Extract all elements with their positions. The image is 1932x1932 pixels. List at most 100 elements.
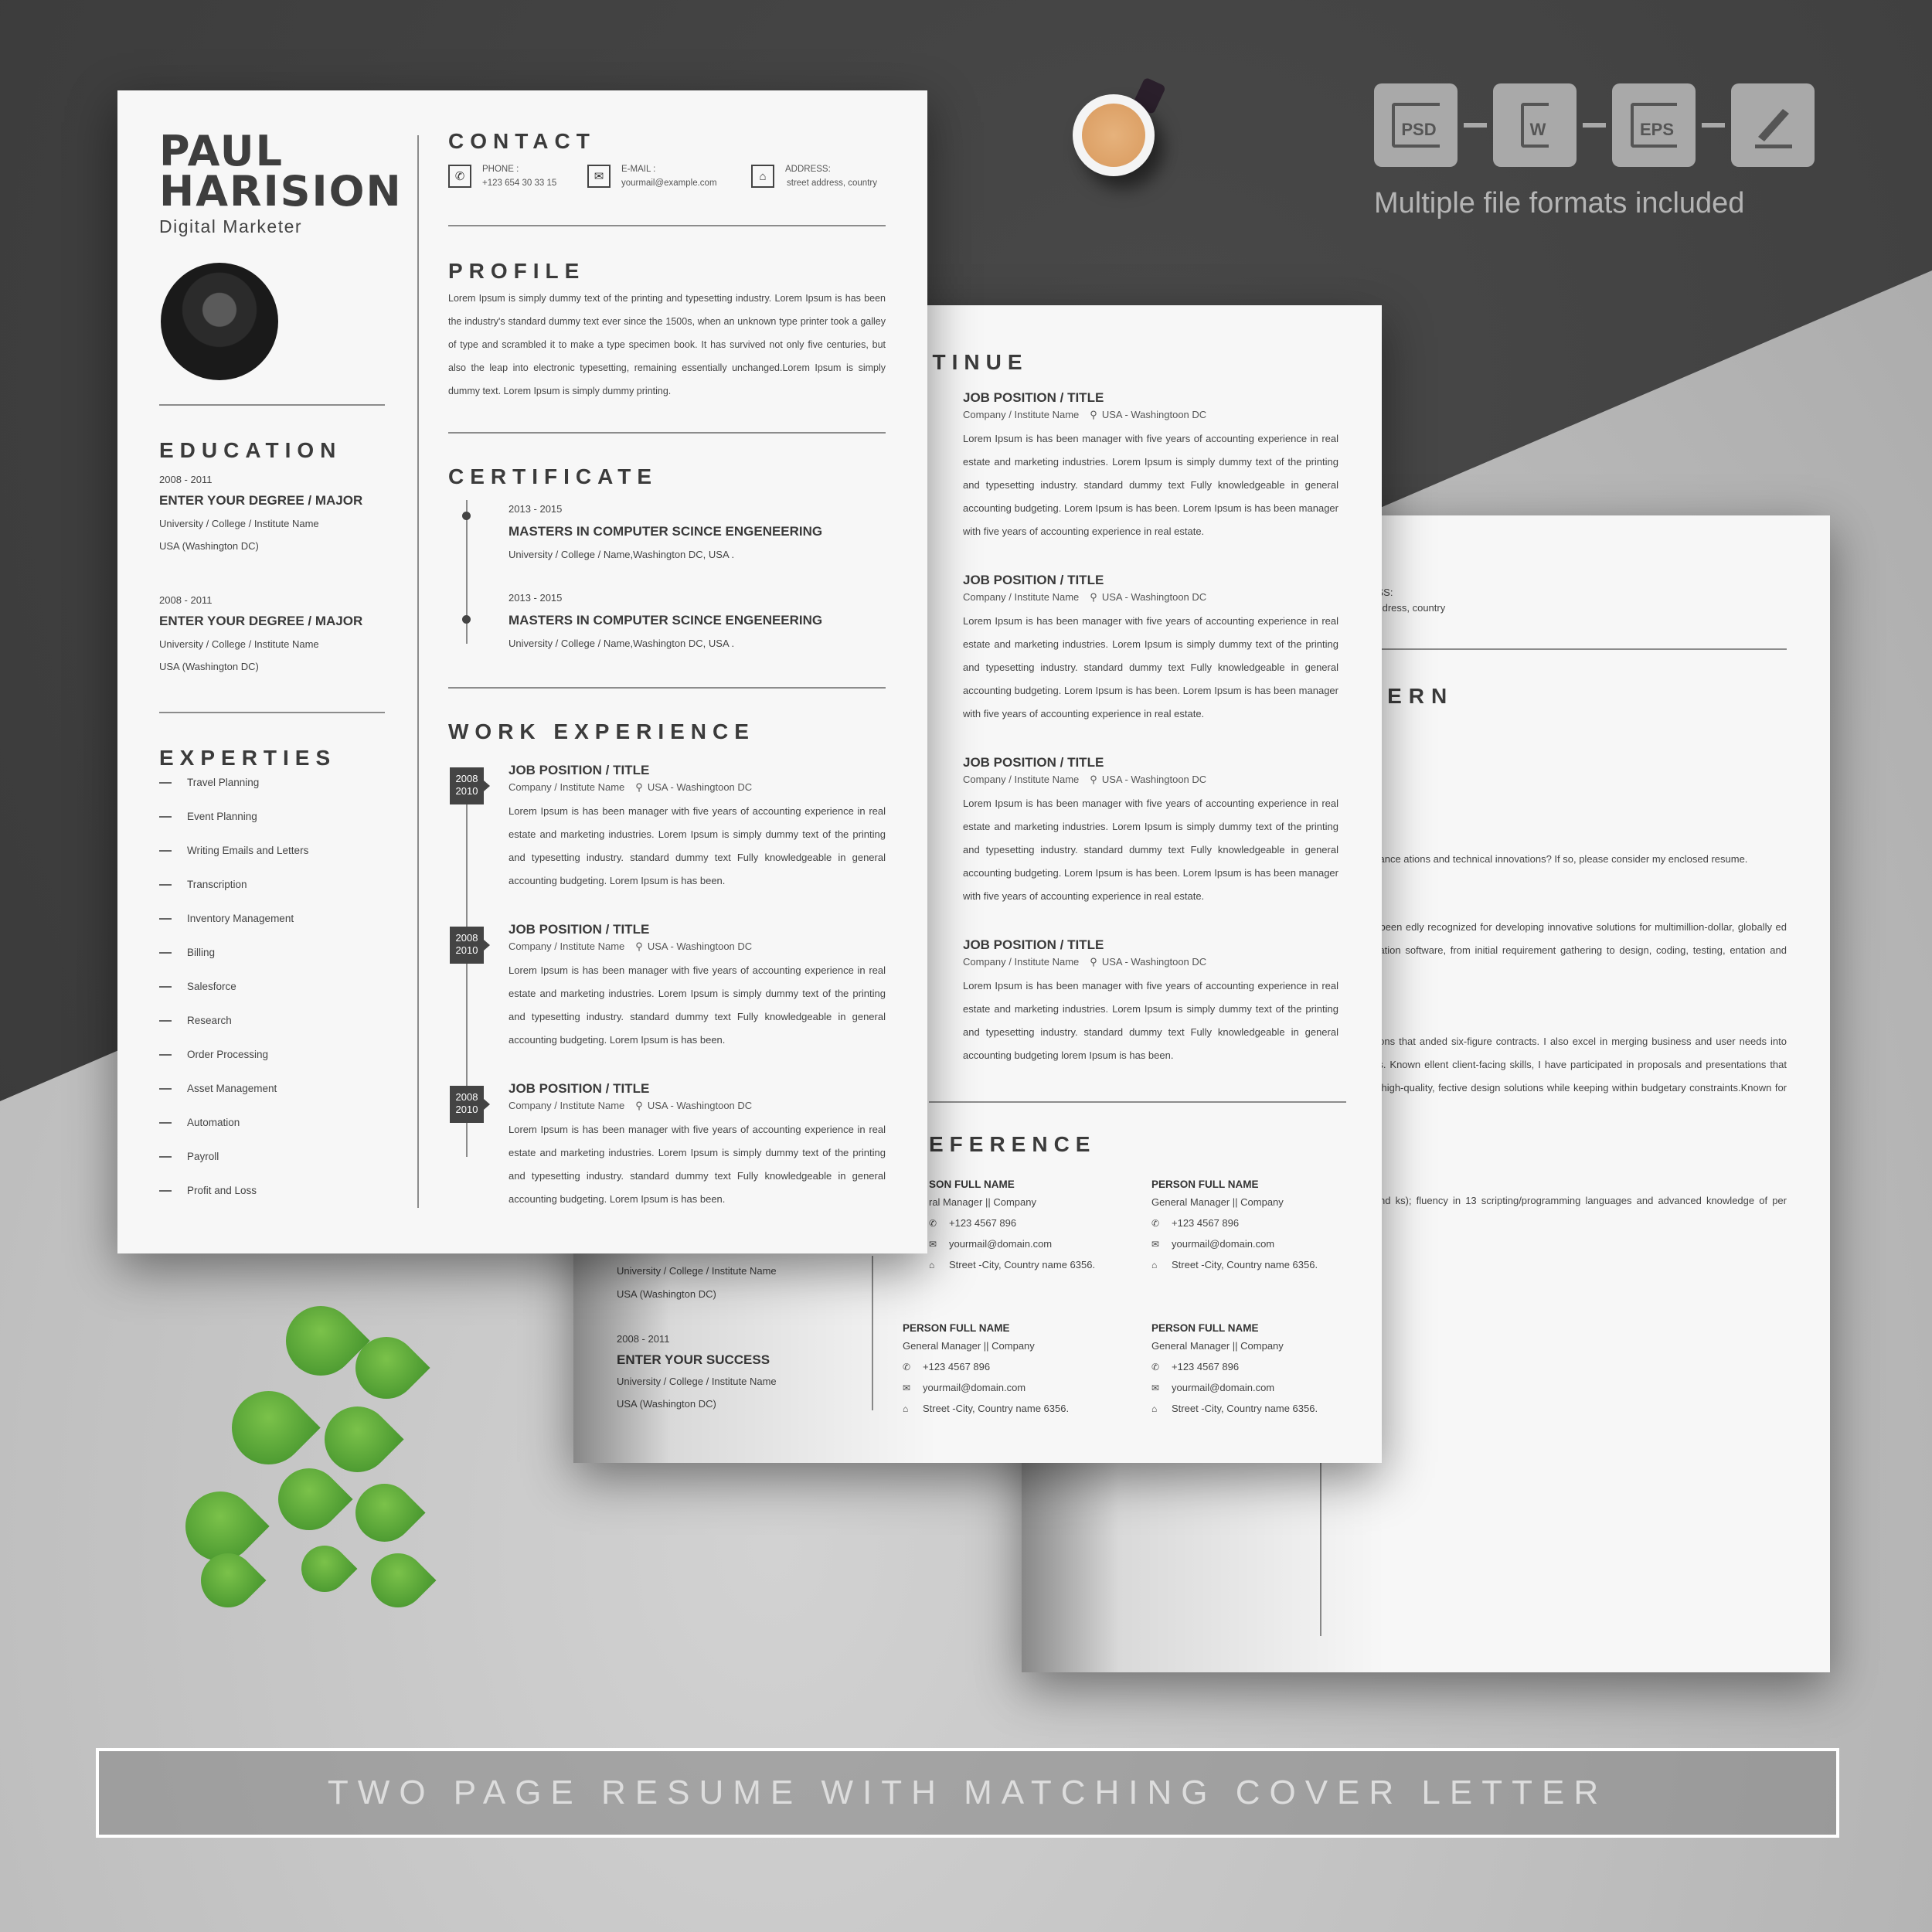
job-meta: Company / Institute Name ⚲ USA - Washingto… bbox=[963, 409, 1338, 421]
certificate-entry: 2013 - 2015 MASTERS IN COMPUTER SCINCE E… bbox=[509, 503, 822, 560]
education-entry: 2008 - 2011 ENTER YOUR DEGREE / MAJOR Un… bbox=[159, 474, 362, 552]
job-meta: Company / Institute Name ⚲ USA - Washingto… bbox=[963, 774, 1338, 786]
reference-name: SON FULL NAME bbox=[929, 1179, 1015, 1190]
phone-value: +123 654 30 33 15 bbox=[482, 179, 557, 188]
reference-heading: EFERENCE bbox=[929, 1132, 1097, 1156]
job-title: JOB POSITION / TITLE bbox=[963, 937, 1104, 952]
contact-heading: CONTACT bbox=[448, 129, 596, 153]
profile-text: Lorem Ipsum is simply dummy text of the … bbox=[448, 293, 886, 396]
phone-icon: ✆ bbox=[448, 165, 471, 188]
location: USA (Washington DC) bbox=[159, 540, 259, 552]
certificate-heading: CERTIFICATE bbox=[448, 464, 658, 488]
banner-text: TWO PAGE RESUME WITH MATCHING COVER LETT… bbox=[327, 1774, 1608, 1811]
expertise-item: Transcription bbox=[159, 879, 247, 890]
job-description: Lorem Ipsum is has been manager with fiv… bbox=[963, 615, 1338, 719]
expertise-list: Travel Planning Event Planning Writing Ema… bbox=[159, 777, 391, 1209]
certificate-entry: 2013 - 2015 MASTERS IN COMPUTER SCINCE E… bbox=[509, 592, 822, 649]
job-meta: Company / Institute Name ⚲ USA - Washingto… bbox=[963, 591, 1338, 604]
company: Company / Institute Name bbox=[963, 409, 1080, 420]
job-title: JOB POSITION / TITLE bbox=[509, 763, 650, 777]
job-meta: Company / Institute Name ⚲ USA - Washingto… bbox=[963, 956, 1338, 968]
expertise-item: Payroll bbox=[159, 1151, 219, 1162]
expertise-label: Event Planning bbox=[187, 811, 257, 822]
reference-name: PERSON FULL NAME bbox=[1151, 1179, 1259, 1190]
expertise-label: Billing bbox=[187, 947, 216, 958]
dash-bullet bbox=[159, 1088, 172, 1090]
reference-email: yourmail@domain.com bbox=[949, 1238, 1053, 1250]
location-pin-icon: ⚲ bbox=[635, 940, 643, 952]
dash-bullet bbox=[159, 986, 172, 988]
dash-bullet bbox=[159, 1054, 172, 1056]
coffee-cup bbox=[1073, 94, 1155, 176]
location: USA - Washingtoon DC bbox=[647, 1100, 753, 1111]
expertise-item: Profit and Loss bbox=[159, 1185, 257, 1196]
expertise-label: Travel Planning bbox=[187, 777, 260, 788]
school: University / College / Institute Name bbox=[617, 1376, 777, 1387]
reference-email: yourmail@domain.com bbox=[1172, 1238, 1275, 1250]
location-pin-icon: ⚲ bbox=[1090, 591, 1097, 603]
school: University / College / Institute Name bbox=[617, 1265, 777, 1277]
format-label: PSD bbox=[1392, 103, 1440, 148]
education-entry: University / College / Institute Name US… bbox=[617, 1260, 777, 1306]
dash-bullet bbox=[159, 952, 172, 954]
reference-card: PERSON FULL NAME General Manager || Comp… bbox=[903, 1322, 1069, 1414]
location: USA - Washingtoon DC bbox=[647, 940, 753, 952]
education-entry: 2008 - 2011 ENTER YOUR DEGREE / MAJOR Un… bbox=[159, 594, 362, 672]
location: USA - Washingtoon DC bbox=[1101, 409, 1207, 420]
address-value: street address, country bbox=[787, 179, 877, 188]
job-meta: Company / Institute Name ⚲ USA - Washingto… bbox=[509, 1100, 886, 1112]
dash-bullet bbox=[159, 884, 172, 886]
job-description: Lorem Ipsum is has been manager with fiv… bbox=[963, 433, 1338, 537]
reference-role: General Manager || Company bbox=[903, 1340, 1035, 1352]
company: Company / Institute Name bbox=[963, 774, 1080, 785]
date-badge: 2008 2010 bbox=[450, 927, 490, 964]
education-entry: 2008 - 2011 ENTER YOUR SUCCESS Universit… bbox=[617, 1333, 777, 1410]
company: Company / Institute Name bbox=[509, 1100, 625, 1111]
location: USA - Washingtoon DC bbox=[1101, 956, 1207, 968]
reference-email: yourmail@domain.com bbox=[1172, 1382, 1275, 1393]
phone-icon: ✆ bbox=[1151, 1362, 1160, 1372]
dash-bullet bbox=[159, 918, 172, 920]
location: USA - Washingtoon DC bbox=[1101, 774, 1207, 785]
reference-email: yourmail@domain.com bbox=[923, 1382, 1026, 1393]
end-year: 2010 bbox=[455, 1104, 478, 1115]
expertise-item: Event Planning bbox=[159, 811, 257, 822]
location-pin-icon: ⚲ bbox=[635, 781, 643, 793]
home-icon: ⌂ bbox=[903, 1403, 909, 1414]
eps-file-icon: EPS bbox=[1612, 83, 1696, 167]
reference-role: General Manager || Company bbox=[1151, 1340, 1284, 1352]
expertise-item: Salesforce bbox=[159, 981, 236, 992]
home-icon: ⌂ bbox=[1151, 1403, 1158, 1414]
location: USA (Washington DC) bbox=[617, 1288, 716, 1300]
certificate-place: University / College / Name,Washington D… bbox=[509, 549, 735, 560]
years: 2013 - 2015 bbox=[509, 592, 563, 604]
start-year: 2008 bbox=[455, 773, 478, 784]
reference-phone: +123 4567 896 bbox=[923, 1361, 991, 1372]
expertise-item: Automation bbox=[159, 1117, 240, 1128]
job-entry: JOB POSITION / TITLE Company / Institute… bbox=[963, 573, 1338, 726]
job-entry: JOB POSITION / TITLE Company / Institute… bbox=[509, 922, 886, 1052]
job-entry: JOB POSITION / TITLE Company / Institute… bbox=[509, 763, 886, 893]
divider bbox=[448, 225, 886, 226]
title-banner: TWO PAGE RESUME WITH MATCHING COVER LETT… bbox=[96, 1748, 1839, 1838]
email-label: E-MAIL : bbox=[621, 165, 656, 174]
expertise-item: Billing bbox=[159, 947, 215, 958]
expertise-label: Salesforce bbox=[187, 981, 236, 992]
certificate-place: University / College / Name,Washington D… bbox=[509, 638, 735, 649]
first-name: PAUL bbox=[159, 127, 284, 175]
reference-name: PERSON FULL NAME bbox=[1151, 1322, 1259, 1334]
email-icon: ✉ bbox=[929, 1239, 937, 1250]
expertise-label: Transcription bbox=[187, 879, 247, 890]
psd-file-icon: PSD bbox=[1374, 83, 1458, 167]
divider bbox=[872, 1256, 873, 1410]
timeline-dot bbox=[462, 615, 471, 624]
location: USA (Washington DC) bbox=[617, 1398, 716, 1410]
reference-role: General Manager || Company bbox=[1151, 1196, 1284, 1208]
job-title: JOB POSITION / TITLE bbox=[963, 573, 1104, 587]
email-icon: ✉ bbox=[1151, 1383, 1160, 1393]
reference-address: Street -City, Country name 6356. bbox=[1172, 1403, 1318, 1414]
location-pin-icon: ⚲ bbox=[1090, 774, 1097, 785]
job-meta: Company / Institute Name ⚲ USA - Washingto… bbox=[509, 781, 886, 794]
job-description: Lorem Ipsum is has been manager with fiv… bbox=[509, 805, 886, 886]
job-title: JOB POSITION / TITLE bbox=[963, 755, 1104, 770]
